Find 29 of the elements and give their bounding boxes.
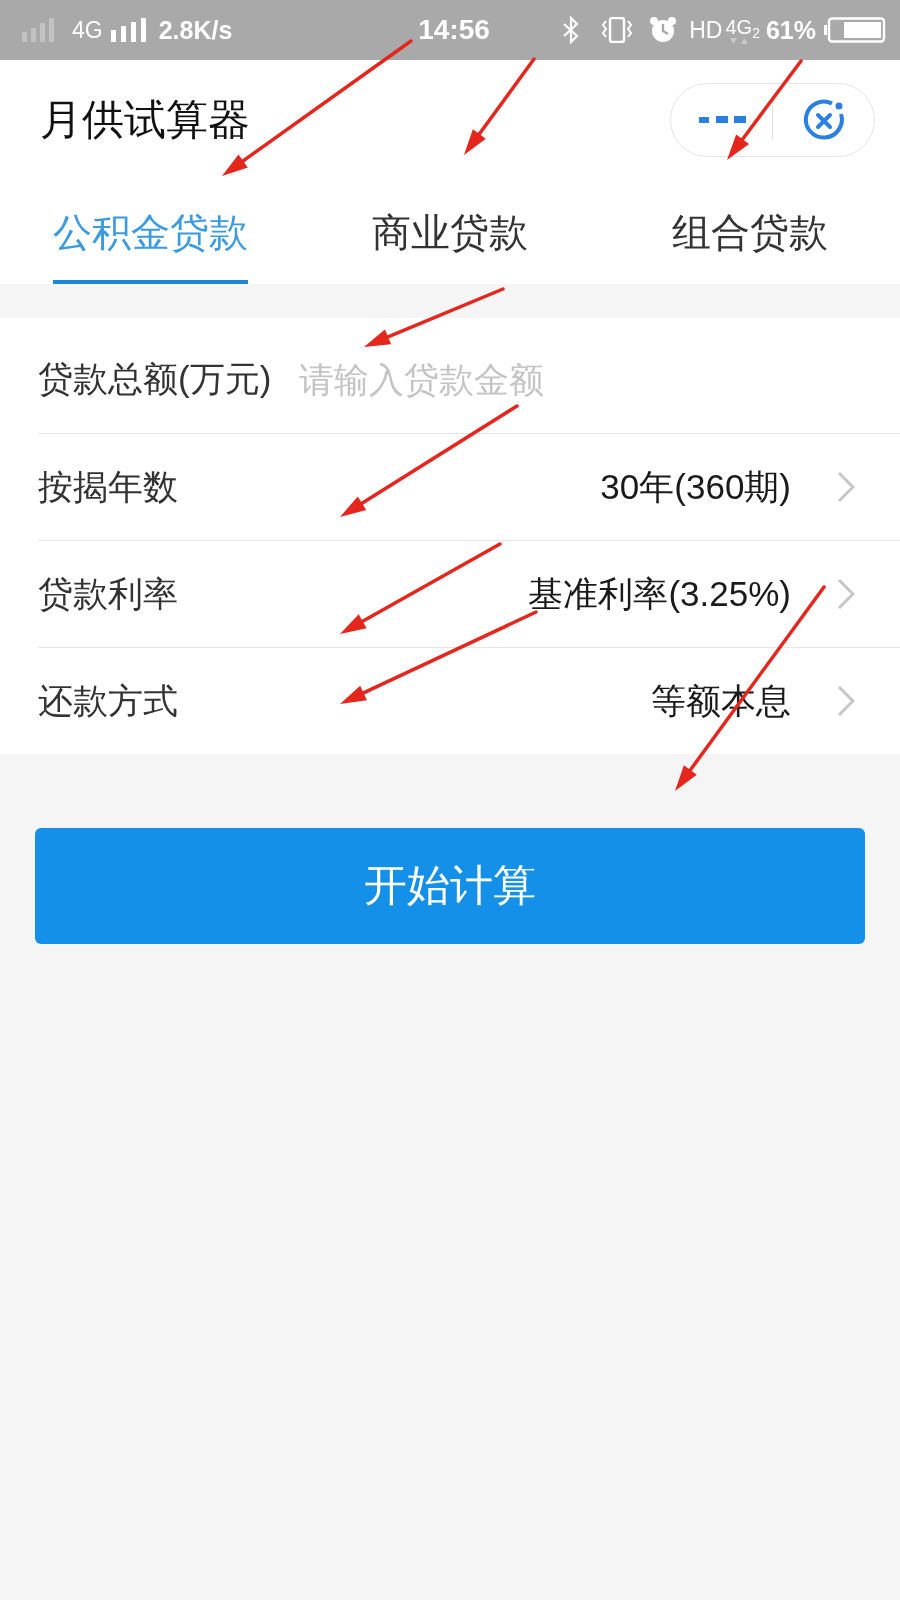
signal-icon xyxy=(110,18,147,42)
field-label: 按揭年数 xyxy=(38,465,178,508)
chevron-right-icon[interactable] xyxy=(837,471,855,503)
selected-value[interactable]: 基准利率(3.25%) xyxy=(528,570,791,618)
chevron-right-icon[interactable] xyxy=(837,685,855,717)
field-label: 贷款利率 xyxy=(38,572,178,615)
bluetooth-icon xyxy=(563,16,580,44)
selected-value[interactable]: 30年(360期) xyxy=(600,463,791,511)
battery-icon xyxy=(824,17,886,43)
field-label: 贷款总额(万元) xyxy=(38,358,272,400)
network-speed: 2.8K/s xyxy=(158,16,233,44)
hd-label: HD xyxy=(689,16,723,44)
tab[interactable]: 组合贷款 xyxy=(672,180,828,284)
signal-icon xyxy=(22,18,56,42)
sim-slot-label: 2 xyxy=(752,24,760,43)
amount-input-field[interactable]: 请输入贷款金额 xyxy=(299,354,855,405)
battery-percent: 61% xyxy=(765,16,816,44)
clock-time: 14:56 xyxy=(418,16,490,44)
field-label: 还款方式 xyxy=(38,679,178,722)
chevron-right-icon[interactable] xyxy=(837,578,855,610)
network-type-label: 4G xyxy=(72,16,103,44)
tab[interactable]: 商业贷款 xyxy=(372,180,528,284)
network-type-label: 4G xyxy=(725,16,753,38)
close-icon[interactable] xyxy=(801,98,846,142)
alarm-clock-icon xyxy=(649,16,678,44)
vibrate-icon xyxy=(601,17,634,43)
page-title: 月供试算器 xyxy=(40,95,250,145)
more-icon[interactable] xyxy=(696,116,747,124)
data-activity-icon xyxy=(729,38,748,44)
